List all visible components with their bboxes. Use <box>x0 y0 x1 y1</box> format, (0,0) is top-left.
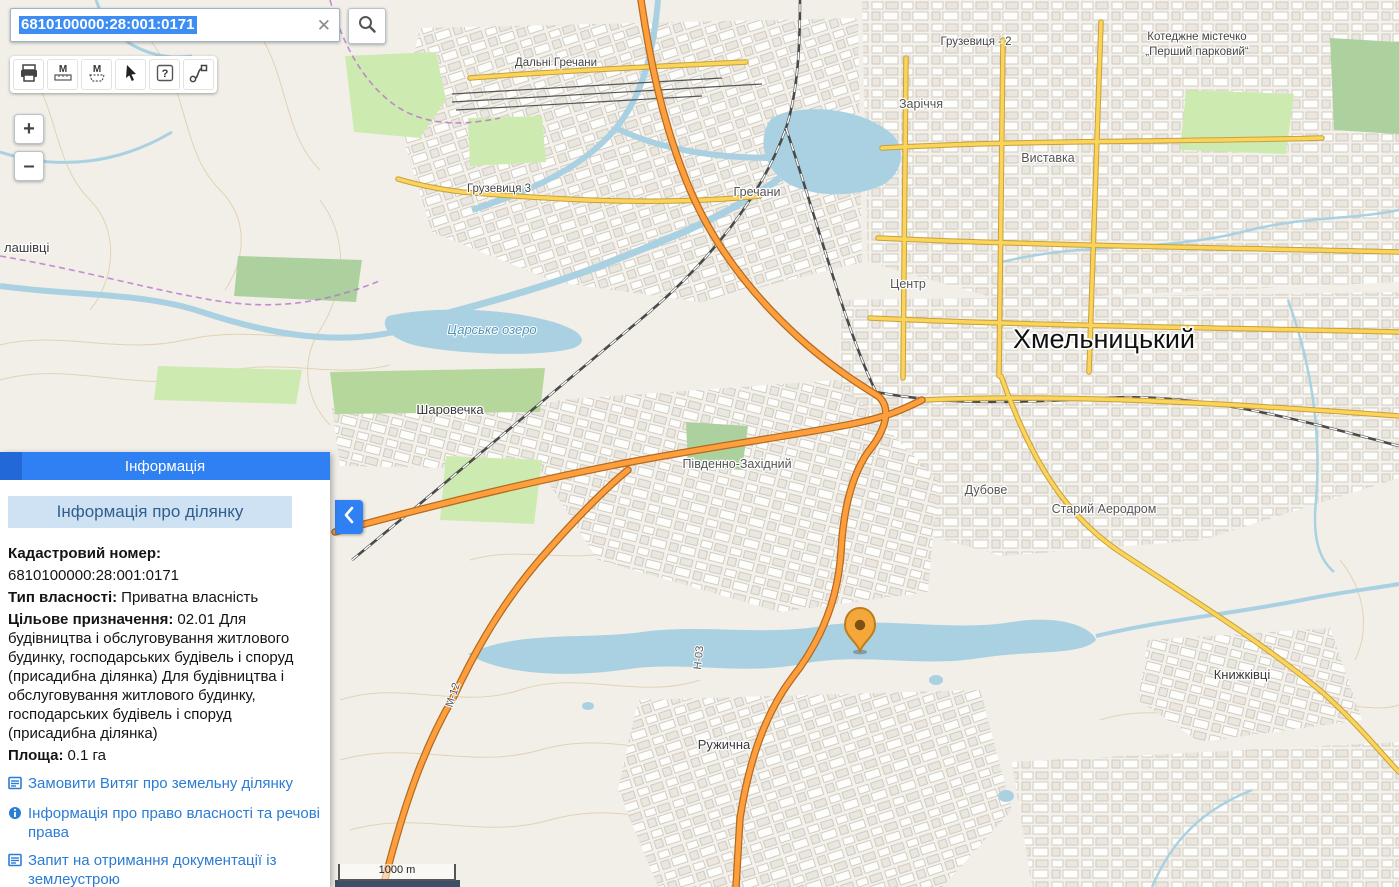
scale-bar: 1000 m <box>338 864 456 881</box>
ownership-value: Приватна власність <box>121 589 258 606</box>
svg-text:M: M <box>58 64 66 75</box>
order-extract-link-label: Замовити Витяг про земельну ділянку <box>28 774 293 795</box>
map-label-cottage-line2: „Перший парковий“ <box>1145 46 1249 58</box>
map-label-staryi-aerodrom: Старий Аеродром <box>1052 502 1157 516</box>
ownership-field: Тип власності:Приватна власність <box>8 588 320 607</box>
chevron-left-icon <box>341 505 357 530</box>
info-panel-title: Інформація <box>125 458 205 475</box>
map-label-lashivtsi: лашівці <box>4 240 49 255</box>
map-label-n03: Н-03 <box>692 645 706 670</box>
zoom-out-button[interactable]: – <box>14 151 44 181</box>
search-control: 6810100000:28:001:0171 ✕ <box>10 8 386 44</box>
cursor-icon <box>120 62 142 87</box>
map-label-ruzhychna: Ружична <box>698 737 751 752</box>
attribution-strip <box>335 880 460 887</box>
ownership-info-link[interactable]: Інформація про право власності та речові… <box>8 804 320 842</box>
order-extract-link[interactable]: Замовити Витяг про земельну ділянку <box>8 774 320 795</box>
area-label: Площа: <box>8 747 63 764</box>
measure-area-icon: M <box>86 62 108 87</box>
purpose-value: 02.01 Для будівництва і обслуговування ж… <box>8 611 293 742</box>
map-label-zarichia: Заріччя <box>899 97 943 111</box>
map-label-knyzhkivtsi: Книжківці <box>1214 667 1271 682</box>
magnifier-icon <box>356 13 378 40</box>
map-label-dubove: Дубове <box>965 483 1008 497</box>
measure-distance-button[interactable]: M <box>47 59 78 90</box>
info-panel-header[interactable]: Інформація <box>0 452 330 480</box>
ownership-label: Тип власності: <box>8 589 117 606</box>
area-value: 0.1 га <box>67 747 106 764</box>
search-button[interactable] <box>348 8 386 44</box>
route-icon <box>188 62 210 87</box>
info-panel-body: Інформація про ділянку Кадастровий номер… <box>0 480 330 887</box>
purpose-label: Цільове призначення: <box>8 611 173 628</box>
clear-search-icon[interactable]: ✕ <box>317 17 331 34</box>
printer-icon <box>18 62 40 87</box>
measure-distance-icon: M <box>52 62 74 87</box>
documentation-request-link[interactable]: Запит на отримання документації із земле… <box>8 851 320 887</box>
map-label-dalni-hrechany: Дальні Гречани <box>515 57 597 69</box>
map-label-hruzevytsia-3: Грузевиця 3 <box>467 183 531 195</box>
identify-icon: ? <box>154 62 176 87</box>
cadastral-number-value: 6810100000:28:001:0171 <box>8 566 320 585</box>
area-field: Площа:0.1 га <box>8 746 320 765</box>
svg-text:M: M <box>92 64 100 75</box>
document-list-icon <box>8 776 22 795</box>
search-value: 6810100000:28:001:0171 <box>19 16 197 34</box>
svg-text:?: ? <box>161 68 168 80</box>
route-tool-button[interactable] <box>183 59 214 90</box>
map-label-sharovechka: Шаровечка <box>416 402 484 417</box>
panel-collapse-button[interactable] <box>335 500 363 534</box>
parcel-section-title: Інформація про ділянку <box>8 496 292 528</box>
map-label-city: Хмельницький <box>1013 324 1195 354</box>
measure-area-button[interactable]: M <box>81 59 112 90</box>
map-label-pivdenno-zakhidnyi: Південно-Західний <box>682 457 791 471</box>
map-label-hruzevytsia-2: Грузевиця - 2 <box>940 36 1011 48</box>
info-circle-icon <box>8 806 22 842</box>
purpose-field: Цільове призначення:02.01 Для будівництв… <box>8 610 320 743</box>
map-label-cottage-line1: Котеджне містечко <box>1147 31 1246 43</box>
documentation-request-link-label: Запит на отримання документації із земле… <box>28 851 320 887</box>
map-label-tsentr: Центр <box>890 277 926 291</box>
map-toolbar: M M ? <box>10 56 217 93</box>
print-button[interactable] <box>13 59 44 90</box>
map-label-tsarske-ozero: Царське озеро <box>447 322 536 337</box>
map-label-vystavka: Виставка <box>1021 151 1074 165</box>
document-list-icon <box>8 853 22 887</box>
ownership-info-link-label: Інформація про право власності та речові… <box>28 804 320 842</box>
map-label-hrechany: Гречани <box>734 185 781 199</box>
zoom-in-button[interactable]: + <box>14 114 44 144</box>
info-panel: Інформація Інформація про ділянку Кадаст… <box>0 452 330 887</box>
panel-grip[interactable] <box>0 452 22 480</box>
select-tool-button[interactable] <box>115 59 146 90</box>
identify-tool-button[interactable]: ? <box>149 59 180 90</box>
cadastral-number-label: Кадастровий номер: <box>8 544 320 563</box>
search-input[interactable]: 6810100000:28:001:0171 ✕ <box>10 8 340 42</box>
